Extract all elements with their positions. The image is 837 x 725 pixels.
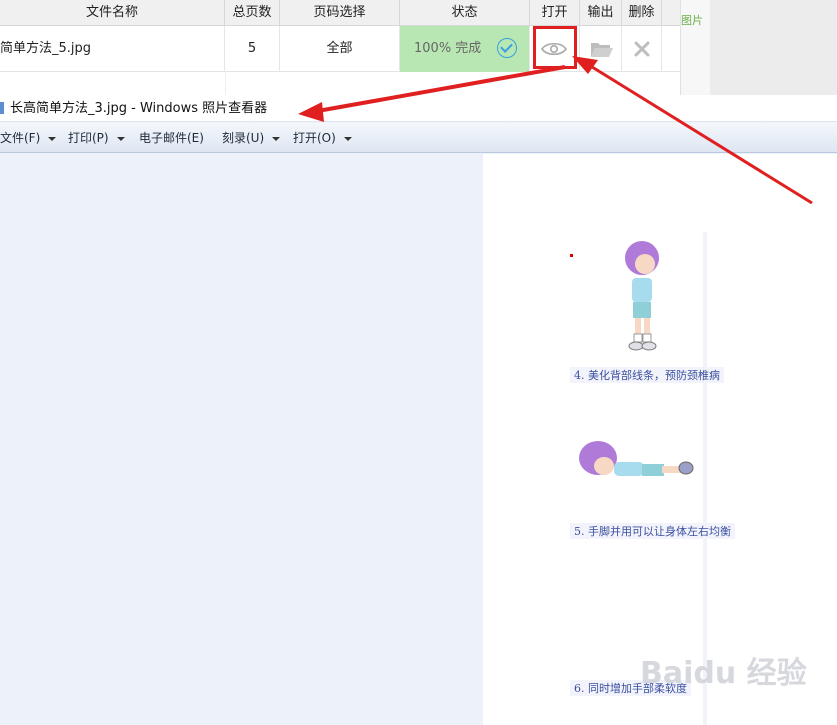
title-bar[interactable]: 长高简单方法_3.jpg - Windows 照片查看器 [0,95,837,122]
table-header: 文件名称 总页数 页码选择 状态 打开 输出 删除 [0,0,680,26]
divider [225,72,226,95]
side-label: 图片 [681,14,703,27]
check-circle-icon [497,38,517,58]
chevron-down-icon [116,136,125,141]
col-status[interactable]: 状态 [400,0,530,26]
folder-icon[interactable] [590,40,614,58]
chevron-down-icon [272,136,281,141]
col-output[interactable]: 输出 [580,0,622,26]
menu-print[interactable]: 打印(P) [68,123,125,153]
chevron-down-icon [48,136,57,141]
menu-file[interactable]: 文件(F) [0,123,57,153]
row-range[interactable]: 全部 [280,26,400,72]
highlight-box [533,26,577,69]
close-icon[interactable] [634,41,650,57]
col-range[interactable]: 页码选择 [280,0,400,26]
standing-child-figure [625,241,659,351]
watermark: Baidu 经验 [640,656,807,691]
menu-print-label: 打印(P) [68,131,109,145]
menu-burn[interactable]: 刻录(U) [222,123,281,153]
col-delete[interactable]: 删除 [622,0,662,26]
menu-email[interactable]: 电子邮件(E) [139,123,204,153]
window-title: 长高简单方法_3.jpg - Windows 照片查看器 [10,101,268,116]
chevron-down-icon [343,136,352,141]
row-pages: 5 [225,26,280,72]
app-icon [0,102,4,114]
converter-table: 文件名称 总页数 页码选择 状态 打开 输出 删除 简单方法_5.jpg 5 全… [0,0,680,95]
menu-open-label: 打开(O) [293,131,336,145]
menu-bar: 文件(F) 打印(P) 电子邮件(E) 刻录(U) 打开(O) [0,123,837,153]
caption-5: 5. 手脚并用可以让身体左右均衡 [570,523,735,539]
empty-row [0,72,680,95]
menu-burn-label: 刻录(U) [222,131,265,145]
status-text: 100% 完成 [414,41,482,56]
menu-open[interactable]: 打开(O) [293,123,352,153]
row-status: 100% 完成 [400,26,530,72]
col-filename[interactable]: 文件名称 [0,0,225,26]
red-dot [570,254,573,257]
background [710,0,837,95]
caption-4: 4. 美化背部线条，预防颈椎病 [570,367,724,383]
row-filename: 简单方法_5.jpg [0,26,225,72]
photo-viewer-window: 长高简单方法_3.jpg - Windows 照片查看器 文件(F) 打印(P)… [0,95,837,725]
side-panel: 图片 [680,0,710,95]
screenshot: 文件名称 总页数 页码选择 状态 打开 输出 删除 简单方法_5.jpg 5 全… [0,0,837,725]
viewer-background [0,154,483,725]
menu-email-label: 电子邮件(E) [139,131,204,145]
delete-cell [622,26,662,72]
output-cell [580,26,622,72]
table-row[interactable]: 简单方法_5.jpg 5 全部 100% 完成 [0,26,680,72]
lying-child-figure [579,441,694,476]
col-open[interactable]: 打开 [530,0,580,26]
col-pages[interactable]: 总页数 [225,0,280,26]
menu-file-label: 文件(F) [0,131,41,145]
